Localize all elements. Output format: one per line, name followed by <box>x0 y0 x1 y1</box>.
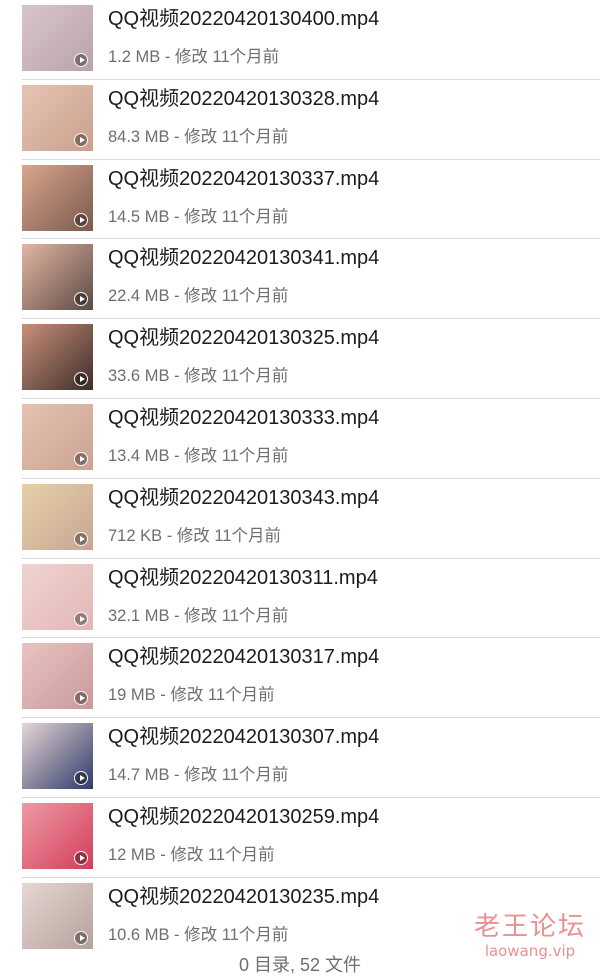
play-icon <box>74 132 88 147</box>
video-thumbnail[interactable] <box>22 723 93 790</box>
file-meta: 14.5 MB - 修改 11个月前 <box>108 207 289 226</box>
file-meta: 10.6 MB - 修改 11个月前 <box>108 925 289 944</box>
file-row[interactable]: QQ视频20220420130337.mp4 14.5 MB - 修改 11个月前 <box>0 160 600 240</box>
file-name: QQ视频20220420130235.mp4 <box>108 885 380 908</box>
file-name: QQ视频20220420130317.mp4 <box>108 646 380 669</box>
file-meta: 22.4 MB - 修改 11个月前 <box>108 287 289 306</box>
file-meta: 19 MB - 修改 11个月前 <box>108 686 275 705</box>
file-name: QQ视频20220420130343.mp4 <box>108 486 380 509</box>
play-icon <box>74 930 88 945</box>
video-thumbnail[interactable] <box>22 5 93 71</box>
play-icon <box>74 292 88 307</box>
video-thumbnail[interactable] <box>22 324 93 391</box>
video-thumbnail[interactable] <box>22 802 93 869</box>
watermark-url: laowang.vip <box>484 942 576 960</box>
file-list: QQ视频20220420130400.mp4 1.2 MB - 修改 11个月前 Q… <box>0 0 600 958</box>
file-meta: 1.2 MB - 修改 11个月前 <box>108 48 280 66</box>
video-thumbnail[interactable] <box>22 164 93 231</box>
file-name: QQ视频20220420130328.mp4 <box>108 87 380 110</box>
video-thumbnail[interactable] <box>22 882 93 949</box>
file-row[interactable]: QQ视频20220420130311.mp4 32.1 MB - 修改 11个月前 <box>0 559 600 639</box>
play-icon <box>74 451 88 466</box>
file-row[interactable]: QQ视频20220420130307.mp4 14.7 MB - 修改 11个月前 <box>0 718 600 798</box>
file-meta: 33.6 MB - 修改 11个月前 <box>108 367 289 386</box>
file-meta: 12 MB - 修改 11个月前 <box>108 845 275 864</box>
file-meta: 84.3 MB - 修改 11个月前 <box>108 127 289 146</box>
file-meta: 32.1 MB - 修改 11个月前 <box>108 606 289 625</box>
file-row[interactable]: QQ视频20220420130333.mp4 13.4 MB - 修改 11个月前 <box>0 399 600 479</box>
file-meta: 14.7 MB - 修改 11个月前 <box>108 766 289 785</box>
file-name: QQ视频20220420130307.mp4 <box>108 726 380 749</box>
video-thumbnail[interactable] <box>22 403 93 470</box>
file-name: QQ视频20220420130337.mp4 <box>108 167 380 190</box>
file-row[interactable]: QQ视频20220420130400.mp4 1.2 MB - 修改 11个月前 <box>0 0 600 80</box>
file-row[interactable]: QQ视频20220420130343.mp4 712 KB - 修改 11个月前 <box>0 479 600 559</box>
play-icon <box>74 691 88 706</box>
play-icon <box>74 212 88 227</box>
play-icon <box>74 850 88 865</box>
file-row[interactable]: QQ视频20220420130325.mp4 33.6 MB - 修改 11个月前 <box>0 319 600 399</box>
file-meta: 13.4 MB - 修改 11个月前 <box>108 446 289 465</box>
play-icon <box>74 372 88 387</box>
file-row[interactable]: QQ视频20220420130328.mp4 84.3 MB - 修改 11个月前 <box>0 80 600 160</box>
file-row[interactable]: QQ视频20220420130317.mp4 19 MB - 修改 11个月前 <box>0 638 600 719</box>
file-name: QQ视频20220420130259.mp4 <box>108 805 380 828</box>
file-name: QQ视频20220420130311.mp4 <box>108 566 378 589</box>
file-name: QQ视频20220420130341.mp4 <box>108 247 380 270</box>
video-thumbnail[interactable] <box>22 643 93 710</box>
play-icon <box>74 531 88 546</box>
video-thumbnail[interactable] <box>22 244 93 311</box>
play-icon <box>74 611 88 626</box>
video-thumbnail[interactable] <box>22 483 93 550</box>
file-row[interactable]: QQ视频20220420130259.mp4 12 MB - 修改 11个月前 <box>0 798 600 878</box>
play-icon <box>74 53 88 67</box>
play-icon <box>74 771 88 786</box>
file-name: QQ视频20220420130325.mp4 <box>108 327 380 350</box>
file-name: QQ视频20220420130400.mp4 <box>108 8 380 30</box>
video-thumbnail[interactable] <box>22 563 93 630</box>
watermark-title: 老王论坛 <box>473 912 586 942</box>
file-row[interactable]: QQ视频20220420130341.mp4 22.4 MB - 修改 11个月前 <box>0 239 600 320</box>
watermark: 老王论坛 laowang.vip <box>474 912 586 960</box>
file-meta: 712 KB - 修改 11个月前 <box>108 526 282 545</box>
file-name: QQ视频20220420130333.mp4 <box>108 406 380 429</box>
video-thumbnail[interactable] <box>22 84 93 151</box>
